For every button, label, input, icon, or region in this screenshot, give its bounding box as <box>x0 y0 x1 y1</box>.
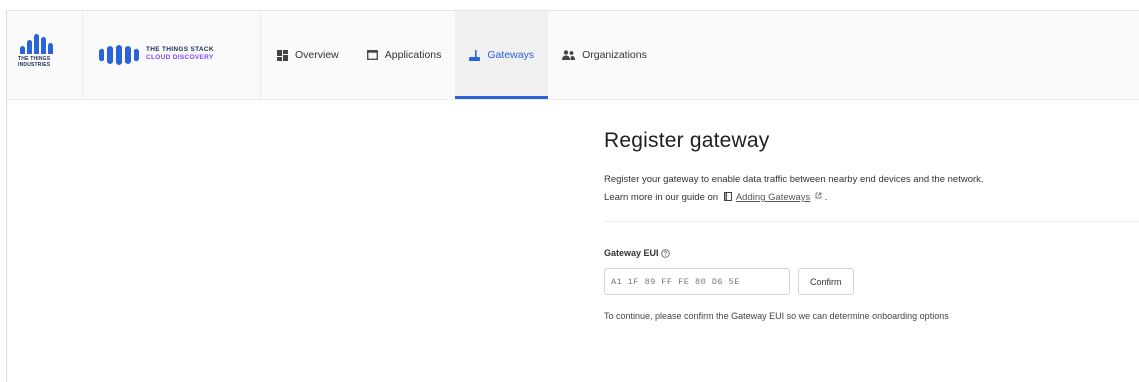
adding-gateways-link[interactable]: Adding Gateways <box>736 192 810 203</box>
book-icon <box>723 190 732 207</box>
top-navigation-bar: THE THINGS INDUSTRIES THE THINGS STACK C… <box>7 11 1139 100</box>
nav-item-organizations[interactable]: Organizations <box>548 11 661 99</box>
nav-item-label: Applications <box>384 49 442 61</box>
tti-bars-icon <box>20 34 60 54</box>
people-icon <box>562 50 576 60</box>
nav-item-label: Organizations <box>582 49 647 61</box>
window-icon <box>366 50 378 60</box>
description-line: Register your gateway to enable data tra… <box>604 174 984 185</box>
app-window: THE THINGS INDUSTRIES THE THINGS STACK C… <box>6 10 1139 382</box>
nav-item-overview[interactable]: Overview <box>263 11 353 99</box>
nav-item-label: Overview <box>295 49 339 61</box>
guide-prefix: Learn more in our guide on <box>604 192 719 203</box>
info-icon[interactable]: ? <box>660 248 670 258</box>
the-things-stack-logo[interactable]: THE THINGS STACK CLOUD DISCOVERY <box>83 11 261 99</box>
nav-item-applications[interactable]: Applications <box>353 11 456 99</box>
gateway-eui-label: Gateway EUI ? <box>604 248 1139 258</box>
gateway-eui-input[interactable] <box>604 268 790 295</box>
tts-product-name: THE THINGS STACK <box>146 46 214 53</box>
onboarding-hint: To continue, please confirm the Gateway … <box>604 311 949 321</box>
page-title: Register gateway <box>604 129 770 152</box>
the-things-industries-logo[interactable]: THE THINGS INDUSTRIES <box>7 11 83 99</box>
guide-suffix: . <box>824 192 828 203</box>
nav-item-gateways[interactable]: Gateways <box>455 11 549 99</box>
register-gateway-panel: Register gateway Register your gateway t… <box>604 129 1139 321</box>
external-link-icon <box>815 188 822 205</box>
gateway-eui-row: Confirm <box>604 268 1139 295</box>
confirm-button[interactable]: Confirm <box>798 268 854 295</box>
section-divider <box>604 221 1139 222</box>
tti-wordmark: THE THINGS INDUSTRIES <box>18 56 51 68</box>
svg-text:?: ? <box>663 251 667 257</box>
nav-item-label: Gateways <box>487 49 535 61</box>
tts-product-edition: CLOUD DISCOVERY <box>146 54 214 61</box>
page-description: Register your gateway to enable data tra… <box>604 171 1139 207</box>
guide-line: Learn more in our guide on Adding Gatewa… <box>604 188 1139 207</box>
tts-mark-icon <box>99 45 139 65</box>
gateway-icon <box>469 49 481 61</box>
main-navigation: Overview Applications Gateways Organizat… <box>263 11 661 99</box>
gateway-eui-label-text: Gateway EUI <box>604 248 659 258</box>
dashboard-icon <box>277 49 288 61</box>
